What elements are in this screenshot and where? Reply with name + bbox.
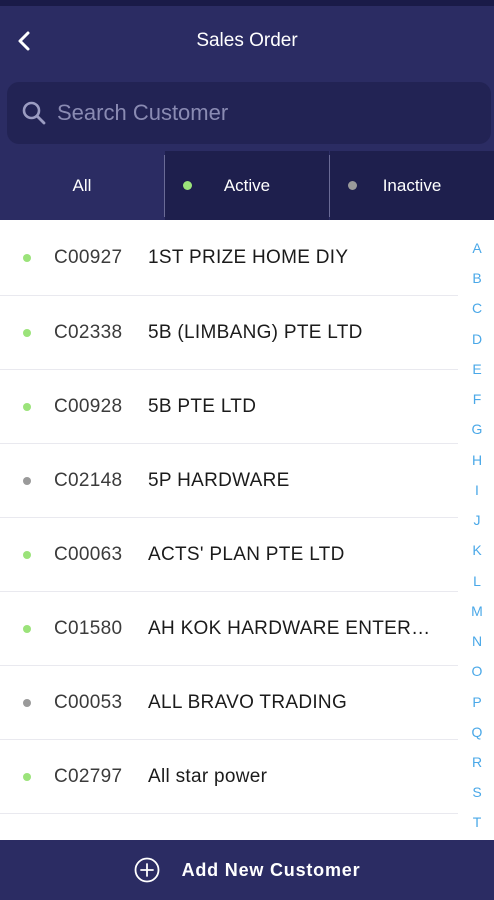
customer-name: AH KOK HARDWARE ENTER… bbox=[148, 617, 431, 639]
status-dot-icon bbox=[23, 698, 31, 707]
index-letter[interactable]: P bbox=[460, 694, 494, 710]
tab-label: Active bbox=[223, 175, 271, 195]
index-letter[interactable]: C bbox=[460, 300, 494, 316]
index-letter[interactable]: E bbox=[460, 361, 494, 377]
status-dot-icon bbox=[23, 476, 31, 485]
tab-inactive[interactable]: Inactive bbox=[330, 151, 494, 220]
customer-row[interactable]: C00928 5B PTE LTD bbox=[0, 370, 458, 444]
customer-code: C02797 bbox=[54, 765, 123, 787]
index-letter[interactable]: I bbox=[460, 482, 494, 498]
status-dot-icon bbox=[23, 253, 31, 262]
index-letter[interactable]: B bbox=[460, 270, 494, 286]
add-new-customer-button[interactable]: Add New Customer bbox=[0, 840, 494, 900]
index-letter[interactable]: H bbox=[460, 452, 494, 468]
index-letter[interactable]: R bbox=[460, 754, 494, 770]
add-new-customer-label: Add New Customer bbox=[181, 859, 361, 880]
index-letter[interactable]: K bbox=[460, 542, 494, 558]
alphabet-index: A B C D E F G H I J K L M N O P Q R S T bbox=[460, 236, 494, 836]
customer-name: ACTS' PLAN PTE LTD bbox=[148, 543, 345, 565]
customer-row[interactable]: C00927 1ST PRIZE HOME DIY bbox=[0, 220, 458, 296]
index-letter[interactable]: L bbox=[460, 573, 494, 589]
status-dot-icon bbox=[23, 772, 31, 781]
tab-all[interactable]: All bbox=[0, 151, 164, 220]
index-letter[interactable]: A bbox=[460, 240, 494, 256]
customer-code: C00927 bbox=[54, 246, 123, 268]
customer-row[interactable]: C02797 All star power bbox=[0, 740, 458, 814]
tab-label: All bbox=[72, 175, 92, 195]
status-dot-icon bbox=[23, 402, 31, 411]
index-letter[interactable]: N bbox=[460, 633, 494, 649]
customer-row[interactable]: C02148 5P HARDWARE bbox=[0, 444, 458, 518]
customer-name: 1ST PRIZE HOME DIY bbox=[148, 246, 349, 268]
inactive-status-dot-icon bbox=[348, 181, 357, 190]
index-letter[interactable]: O bbox=[460, 663, 494, 679]
customer-code: C00053 bbox=[54, 691, 123, 713]
status-dot-icon bbox=[23, 328, 31, 337]
index-letter[interactable]: G bbox=[460, 421, 494, 437]
footer-content: Add New Customer bbox=[134, 857, 361, 883]
customer-name: 5P HARDWARE bbox=[148, 469, 290, 491]
index-letter[interactable]: J bbox=[460, 512, 494, 528]
plus-circle-icon bbox=[134, 857, 159, 883]
customer-row[interactable]: C00053 ALL BRAVO TRADING bbox=[0, 666, 458, 740]
customer-code: C02338 bbox=[54, 321, 123, 343]
customer-code: C00928 bbox=[54, 395, 123, 417]
status-dot-icon bbox=[23, 624, 31, 633]
header: Sales Order All Active Inactive bbox=[0, 6, 494, 220]
index-letter[interactable]: T bbox=[460, 814, 494, 830]
status-dot-icon bbox=[23, 550, 31, 559]
customer-name: ALL BRAVO TRADING bbox=[148, 691, 348, 713]
sales-order-screen: Sales Order All Active Inactive bbox=[0, 0, 494, 900]
customer-name: 5B (LIMBANG) PTE LTD bbox=[148, 321, 363, 343]
customer-row[interactable]: C02338 5B (LIMBANG) PTE LTD bbox=[0, 296, 458, 370]
customer-row[interactable]: C01580 AH KOK HARDWARE ENTER… bbox=[0, 592, 458, 666]
customer-code: C02148 bbox=[54, 469, 123, 491]
active-status-dot-icon bbox=[183, 181, 192, 190]
tab-label: Inactive bbox=[382, 175, 442, 195]
status-filter-tabs: All Active Inactive bbox=[0, 151, 494, 220]
index-letter[interactable]: Q bbox=[460, 724, 494, 740]
index-letter[interactable]: S bbox=[460, 784, 494, 800]
index-letter[interactable]: D bbox=[460, 331, 494, 347]
customer-code: C00063 bbox=[54, 543, 123, 565]
search-box[interactable] bbox=[7, 82, 491, 144]
customer-row[interactable]: C00063 ACTS' PLAN PTE LTD bbox=[0, 518, 458, 592]
search-icon bbox=[22, 101, 46, 125]
customer-name: All star power bbox=[148, 765, 268, 787]
index-letter[interactable]: F bbox=[460, 391, 494, 407]
customer-code: C01580 bbox=[54, 617, 123, 639]
index-letter[interactable]: M bbox=[460, 603, 494, 619]
tab-active[interactable]: Active bbox=[165, 151, 329, 220]
page-title: Sales Order bbox=[196, 30, 298, 51]
search-input[interactable] bbox=[57, 90, 477, 136]
customer-name: 5B PTE LTD bbox=[148, 395, 257, 417]
customer-list: C00927 1ST PRIZE HOME DIY C02338 5B (LIM… bbox=[0, 220, 460, 840]
